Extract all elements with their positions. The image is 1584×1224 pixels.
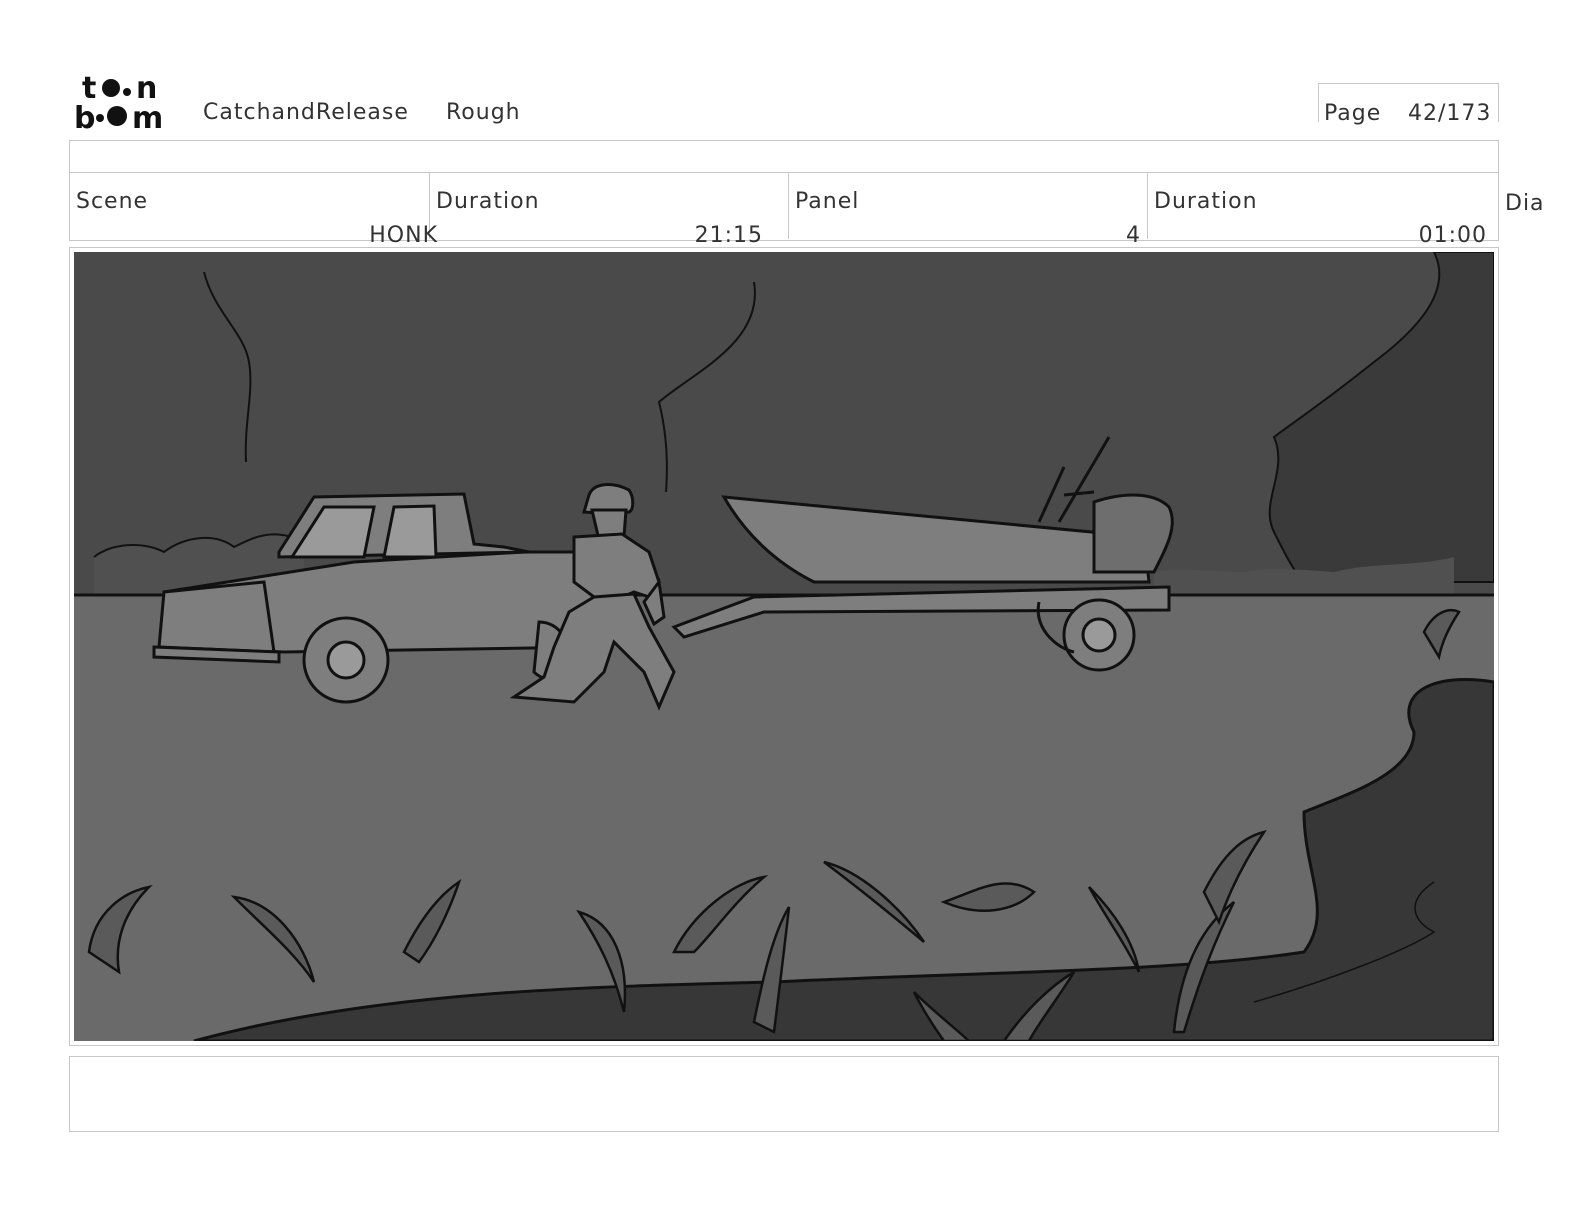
storyboard-status: Rough bbox=[446, 100, 521, 125]
scene-duration-label: Duration bbox=[436, 189, 540, 214]
header-blank-row bbox=[69, 140, 1499, 173]
panel-duration-label: Duration bbox=[1154, 189, 1258, 214]
scene-value: HONK bbox=[369, 223, 438, 248]
panel-caption-box bbox=[69, 1056, 1499, 1132]
svg-text:m: m bbox=[132, 101, 163, 132]
panel-value: 4 bbox=[1126, 223, 1141, 248]
dialogue-label: Dia bbox=[1505, 191, 1545, 216]
svg-text:b: b bbox=[74, 101, 95, 132]
scene-duration-value: 21:15 bbox=[694, 223, 763, 248]
panel-duration-value: 01:00 bbox=[1418, 223, 1487, 248]
scene-label: Scene bbox=[76, 189, 149, 214]
panel-drawing bbox=[74, 252, 1494, 1041]
toon-boom-logo: t n b m bbox=[74, 71, 163, 132]
page-number: 42/173 bbox=[1408, 101, 1492, 126]
panel-cell: Panel 4 bbox=[789, 173, 1148, 248]
scene-duration-cell: Duration 21:15 bbox=[430, 173, 789, 248]
panel-duration-cell: Duration 01:00 bbox=[1148, 173, 1499, 248]
scene-cell: Scene HONK bbox=[70, 173, 437, 248]
page-label: Page bbox=[1324, 101, 1382, 126]
panel-label: Panel bbox=[795, 189, 860, 214]
project-name: CatchandRelease bbox=[203, 100, 409, 125]
panel-info-row: Scene HONK Duration 21:15 Panel 4 Durati… bbox=[69, 173, 1499, 248]
storyboard-panel bbox=[69, 247, 1499, 1046]
